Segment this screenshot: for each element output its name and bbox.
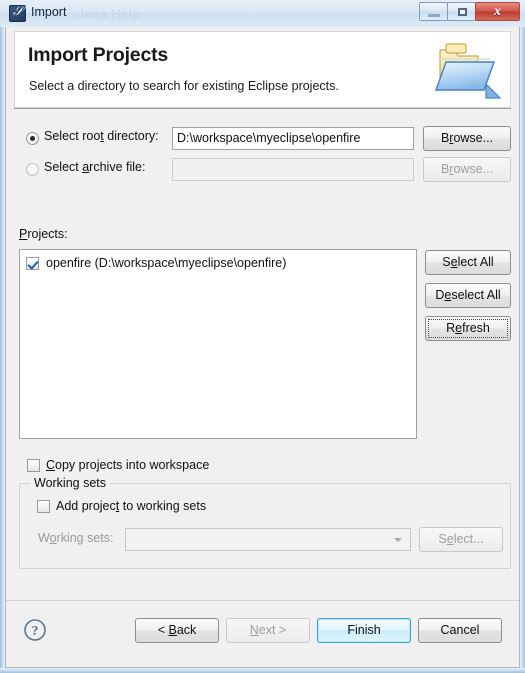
label-select-archive-file: Select archive file:	[44, 160, 145, 174]
working-sets-group-title: Working sets	[30, 476, 111, 490]
select-all-button[interactable]: Select All	[425, 250, 511, 275]
wsselect-pre: S	[438, 532, 447, 546]
close-button[interactable]: x	[475, 2, 520, 21]
select-all-post: lect All	[457, 255, 494, 269]
dialog-body: Select root directory: D:\workspace\myec…	[6, 109, 519, 600]
list-item[interactable]: openfire (D:\workspace\myeclipse\openfir…	[26, 256, 286, 270]
wsselect-post: lect...	[453, 532, 484, 546]
next-post: ext >	[258, 623, 287, 637]
window-frame-right	[520, 0, 525, 673]
title-bar[interactable]: Java Help Import x	[0, 0, 525, 27]
dialog-footer: ? < Back Next > Finish Cancel	[6, 600, 519, 666]
page-title: Import Projects	[28, 44, 169, 66]
refresh-post: fresh	[462, 321, 490, 335]
next-button[interactable]: Next >	[226, 618, 310, 643]
project-checkbox[interactable]	[26, 256, 39, 270]
label-archive-pre: Select	[44, 160, 83, 174]
working-sets-group: Working sets Add project to working sets…	[19, 476, 511, 569]
deselect-all-pre: D	[435, 288, 445, 302]
background-ghost-text: Java Help	[78, 7, 141, 21]
select-all-mnemonic: e	[450, 255, 458, 269]
refresh-mnemonic: e	[455, 321, 463, 335]
next-mnemonic: N	[249, 623, 259, 637]
finish-button[interactable]: Finish	[317, 618, 411, 643]
chevron-down-icon	[394, 538, 402, 542]
add-project-checkbox-row[interactable]: Add project to working sets	[37, 499, 206, 513]
label-root-post: directory:	[103, 129, 159, 143]
project-label: openfire (D:\workspace\myeclipse\openfir…	[46, 256, 287, 270]
ws-label-mnemonic: o	[49, 531, 57, 545]
select-working-sets-button[interactable]: Select...	[419, 527, 503, 552]
refresh-pre: R	[446, 321, 456, 335]
back-mnemonic: B	[168, 623, 177, 637]
projects-list[interactable]: openfire (D:\workspace\myeclipse\openfir…	[19, 249, 417, 439]
copy-mnemonic: C	[46, 458, 56, 472]
eclipse-import-icon	[9, 4, 26, 22]
ws-label-pre: W	[38, 531, 50, 545]
window-frame-bottom	[0, 668, 525, 673]
minimize-button[interactable]	[419, 2, 448, 21]
import-dialog-window: Java Help Import x Import Projects Selec…	[0, 0, 525, 673]
browse-root-directory-button[interactable]: Browse...	[423, 126, 511, 151]
wizard-banner: Import Projects Select a directory to se…	[14, 31, 511, 108]
archive-file-input[interactable]	[172, 158, 414, 181]
footer-separator	[6, 600, 519, 601]
refresh-button[interactable]: Refresh	[425, 316, 511, 341]
copy-projects-label: Copy projects into workspace	[46, 458, 209, 472]
projects-label: Projects:	[19, 227, 68, 241]
add-project-label: Add project to working sets	[56, 499, 206, 513]
root-directory-input[interactable]: D:\workspace\myeclipse\openfire	[172, 127, 414, 150]
cancel-button[interactable]: Cancel	[418, 618, 502, 643]
radio-select-archive-file[interactable]	[26, 163, 39, 176]
deselect-all-post: select All	[451, 288, 501, 302]
wsselect-mnemonic: e	[446, 532, 454, 546]
svg-text:?: ?	[32, 624, 39, 639]
ws-label-post: rking sets:	[56, 531, 114, 545]
working-sets-field-label: Working sets:	[38, 531, 114, 545]
browse1-post: owse...	[453, 131, 494, 145]
radio-select-root-directory[interactable]	[26, 132, 39, 145]
page-subtitle: Select a directory to search for existin…	[29, 79, 339, 93]
select-all-pre: S	[442, 255, 451, 269]
open-folder-icon	[435, 43, 502, 99]
help-icon[interactable]: ?	[23, 618, 47, 642]
projects-label-post: rojects:	[27, 227, 68, 241]
addproj-post: to working sets	[119, 499, 207, 513]
working-sets-combo[interactable]	[125, 528, 411, 551]
maximize-button[interactable]	[447, 2, 476, 21]
browse2-post: owse...	[453, 162, 494, 176]
deselect-all-button[interactable]: Deselect All	[425, 283, 511, 308]
label-root-pre: Select roo	[44, 129, 101, 143]
back-button[interactable]: < Back	[135, 618, 219, 643]
back-pre: <	[157, 623, 169, 637]
copy-projects-checkbox[interactable]	[27, 458, 40, 472]
back-post: ack	[176, 623, 197, 637]
browse-archive-file-button[interactable]: Browse...	[423, 157, 511, 182]
label-select-root-directory: Select root directory:	[44, 129, 159, 143]
window-controls: x	[419, 2, 520, 21]
close-icon: x	[494, 4, 501, 19]
add-project-to-working-sets-checkbox[interactable]	[37, 499, 50, 513]
window-title: Import	[31, 5, 67, 19]
addproj-pre: Add projec	[56, 499, 116, 513]
dialog-client-area: Import Projects Select a directory to se…	[5, 27, 520, 668]
copy-projects-checkbox-row[interactable]: Copy projects into workspace	[27, 458, 209, 472]
label-archive-post: rchive file:	[89, 160, 146, 174]
copy-post: opy projects into workspace	[55, 458, 210, 472]
